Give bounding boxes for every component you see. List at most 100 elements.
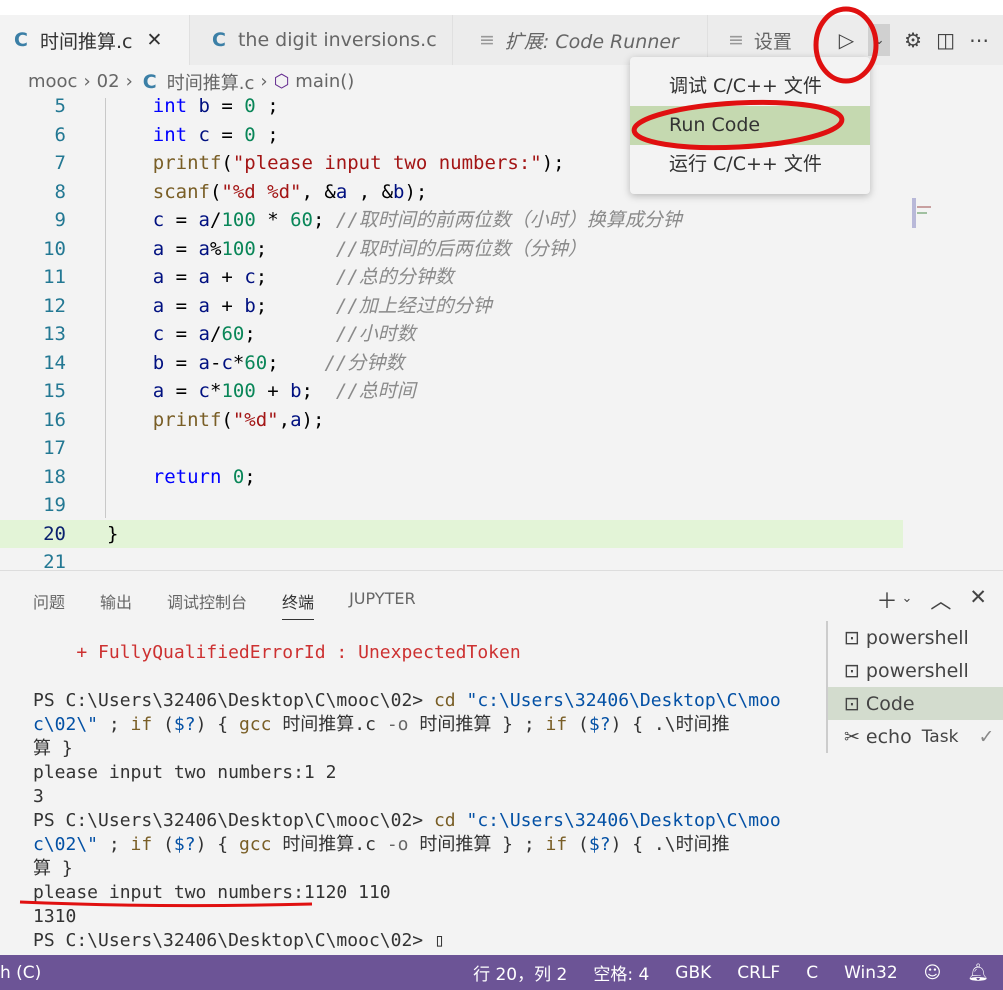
status-platform[interactable]: Win32	[844, 963, 898, 983]
run-debug-icon[interactable]: ▷	[839, 28, 854, 52]
terminal-icon: ⊡	[844, 692, 860, 715]
plus-icon[interactable]: ＋	[876, 585, 897, 615]
line-number: 18	[43, 465, 66, 488]
status-language[interactable]: C	[806, 963, 818, 983]
code-token: b	[244, 294, 256, 317]
terminal-line: + FullyQualifiedErrorId : UnexpectedToke…	[33, 641, 781, 665]
line-number: 21	[43, 551, 66, 570]
code-token: ;	[267, 351, 325, 374]
terminal-token: + FullyQualifiedErrorId : UnexpectedToke…	[33, 642, 521, 663]
chevron-up-icon[interactable]: ︿	[930, 585, 951, 615]
tab-jupyter[interactable]: JUPYTER	[349, 589, 416, 620]
tab-shijian-tuisuan[interactable]: C 时间推算.c ✕	[0, 15, 190, 65]
code-token: ;	[255, 294, 336, 317]
close-icon[interactable]: ✕	[969, 585, 987, 615]
terminal-token: ) { .\时间推	[610, 834, 730, 855]
terminal-token: $?	[588, 834, 611, 855]
code-token: /	[209, 209, 222, 231]
bell-icon[interactable]: 🔔︎	[967, 963, 989, 983]
split-editor-icon[interactable]: ◫	[936, 28, 955, 52]
code-token: "%d"	[232, 408, 279, 431]
chevron-right-icon: ›	[260, 71, 268, 92]
code-text: b = a-c*60; //分钟数	[107, 349, 405, 378]
code-token: +	[209, 294, 245, 317]
code-token: //小时数	[335, 323, 416, 345]
terminal-line: 3	[33, 785, 781, 809]
status-left[interactable]: h (C)	[0, 963, 473, 983]
code-token: a	[198, 237, 210, 260]
terminal-item[interactable]: ⊡ powershell	[828, 654, 1003, 687]
menu-item-debug-c[interactable]: 调试 C/C++ 文件	[630, 67, 870, 106]
code-token: /	[209, 323, 222, 345]
code-token: 100	[221, 237, 256, 260]
code-token: scanf	[107, 180, 210, 203]
chevron-down-icon[interactable]: ⌄	[868, 24, 891, 56]
close-icon[interactable]: ✕	[146, 29, 162, 51]
status-cursor-position[interactable]: 行 20，列 2	[473, 960, 567, 985]
menu-item-run-code[interactable]: Run Code	[630, 106, 870, 145]
code-token: "%d %d"	[221, 180, 302, 203]
code-token: c	[198, 380, 210, 402]
tab-output[interactable]: 输出	[100, 589, 132, 620]
terminal-token: c\02\"	[33, 714, 99, 735]
chevron-right-icon: ›	[83, 71, 91, 92]
tab-terminal[interactable]: 终端	[282, 589, 315, 620]
code-token: a	[198, 351, 210, 374]
terminal-token: cd	[433, 690, 467, 711]
code-token: a	[107, 380, 165, 402]
code-token: //分钟数	[324, 351, 405, 374]
code-token: =	[164, 323, 199, 345]
code-token: =	[164, 266, 199, 288]
code-text: printf("please input two numbers:");	[107, 149, 565, 178]
code-token: a	[290, 408, 302, 431]
minimap[interactable]	[912, 198, 932, 233]
code-token: +	[209, 266, 245, 288]
code-token: 0	[244, 123, 256, 146]
code-text: int b = 0 ;	[107, 98, 279, 121]
breadcrumb-item[interactable]: 02	[97, 71, 120, 92]
feedback-icon[interactable]: ☺	[924, 963, 942, 983]
code-token: int	[107, 123, 199, 146]
code-token: =	[164, 351, 199, 374]
breadcrumb-item[interactable]: 时间推算.c	[167, 69, 255, 95]
terminal-token: 时间推算 } ;	[419, 834, 546, 855]
breadcrumb-item[interactable]: mooc	[28, 71, 77, 92]
code-token: a	[107, 266, 165, 288]
chevron-down-icon[interactable]: ⌄	[901, 585, 912, 615]
status-encoding[interactable]: GBK	[675, 963, 711, 983]
terminal-item[interactable]: ⊡ Code	[828, 687, 1003, 720]
tab-problems[interactable]: 问题	[33, 589, 65, 620]
tab-debug-console[interactable]: 调试控制台	[167, 589, 247, 620]
terminal-token: 时间推算.c	[282, 834, 387, 855]
code-token: //总的分钟数	[335, 266, 454, 288]
check-icon: ✓	[978, 725, 995, 748]
tab-label: 设置	[753, 30, 792, 53]
code-token: , &	[347, 180, 394, 203]
breadcrumb-item[interactable]: main()	[295, 71, 354, 92]
tab-digit-inversions[interactable]: Cthe digit inversions.c	[190, 15, 453, 65]
cube-icon: ⬡	[273, 71, 290, 92]
code-line: 20}	[0, 519, 903, 548]
c-file-icon: C	[142, 70, 157, 93]
status-eol[interactable]: CRLF	[737, 963, 780, 983]
terminal-token: $?	[173, 714, 196, 735]
code-token: ;	[312, 209, 336, 231]
terminal-line: PS C:\Users\32406\Desktop\C\mooc\02> cd …	[33, 689, 781, 713]
menu-item-run-c[interactable]: 运行 C/C++ 文件	[630, 145, 870, 184]
code-token: (	[221, 152, 233, 174]
terminal-token: ) {	[195, 834, 239, 855]
terminal-token: 时间推算.c	[282, 714, 387, 735]
code-token: a	[198, 209, 210, 231]
code-token: ;	[255, 123, 279, 146]
terminal-output[interactable]: + FullyQualifiedErrorId : UnexpectedToke…	[33, 641, 781, 953]
code-token: a	[107, 237, 165, 260]
terminal-item[interactable]: ✂ echo Task ✓	[828, 720, 1003, 753]
task-label: Task	[921, 726, 959, 747]
code-token: );	[301, 408, 325, 431]
terminal-item[interactable]: ⊡ powershell	[828, 621, 1003, 654]
gear-icon[interactable]: ⚙	[904, 28, 922, 52]
code-line: 11 a = a + c; //总的分钟数	[0, 263, 903, 292]
status-indentation[interactable]: 空格: 4	[593, 960, 649, 985]
code-token: c	[107, 323, 165, 345]
more-icon[interactable]: ⋯	[969, 28, 989, 52]
